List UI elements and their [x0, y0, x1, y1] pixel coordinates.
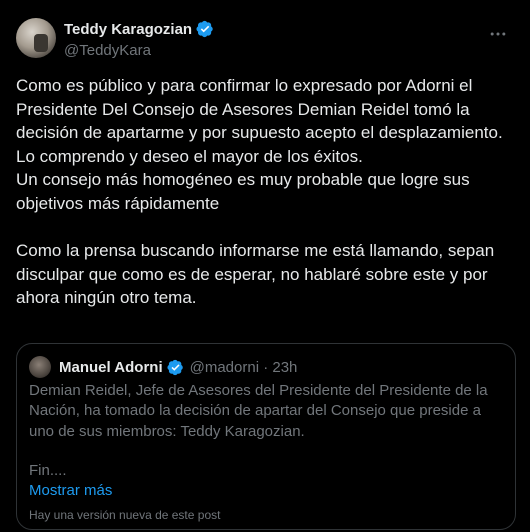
author-display-name[interactable]: Teddy Karagozian: [64, 21, 192, 38]
quoted-author-handle-time: @madorni · 23h: [189, 358, 298, 376]
post-body: Como es público y para confirmar lo expr…: [16, 74, 516, 310]
quoted-author-display-name: Manuel Adorni: [59, 358, 163, 376]
author-name-row: Teddy Karagozian: [64, 20, 214, 38]
show-more-link[interactable]: Mostrar más: [29, 482, 112, 499]
more-horizontal-icon[interactable]: [486, 24, 510, 44]
verified-badge-icon: [196, 20, 213, 38]
author-avatar[interactable]: [16, 18, 56, 58]
post-paragraph: Como es público y para confirmar lo expr…: [16, 76, 503, 143]
post-paragraph: Lo comprendo y deseo el mayor de los éxi…: [16, 146, 363, 166]
post-header: Teddy Karagozian @TeddyKara: [16, 14, 514, 59]
quoted-post-card[interactable]: Manuel Adorni @madorni · 23h Demian Reid…: [16, 343, 516, 530]
quoted-post-text: Demian Reidel, Jefe de Asesores del Pres…: [29, 382, 488, 440]
new-version-note: Hay una versión nueva de este post: [29, 508, 221, 522]
post-paragraph: Un consejo más homogéneo es muy probable…: [16, 170, 470, 213]
quoted-post-header: Manuel Adorni @madorni · 23h: [29, 356, 297, 378]
verified-badge-icon: [167, 359, 183, 375]
post-paragraph: Como la prensa buscando informarse me es…: [16, 241, 495, 308]
author-handle[interactable]: @TeddyKara: [64, 42, 151, 59]
quoted-post-fin: Fin....: [29, 462, 67, 479]
quoted-author-avatar: [29, 356, 51, 378]
